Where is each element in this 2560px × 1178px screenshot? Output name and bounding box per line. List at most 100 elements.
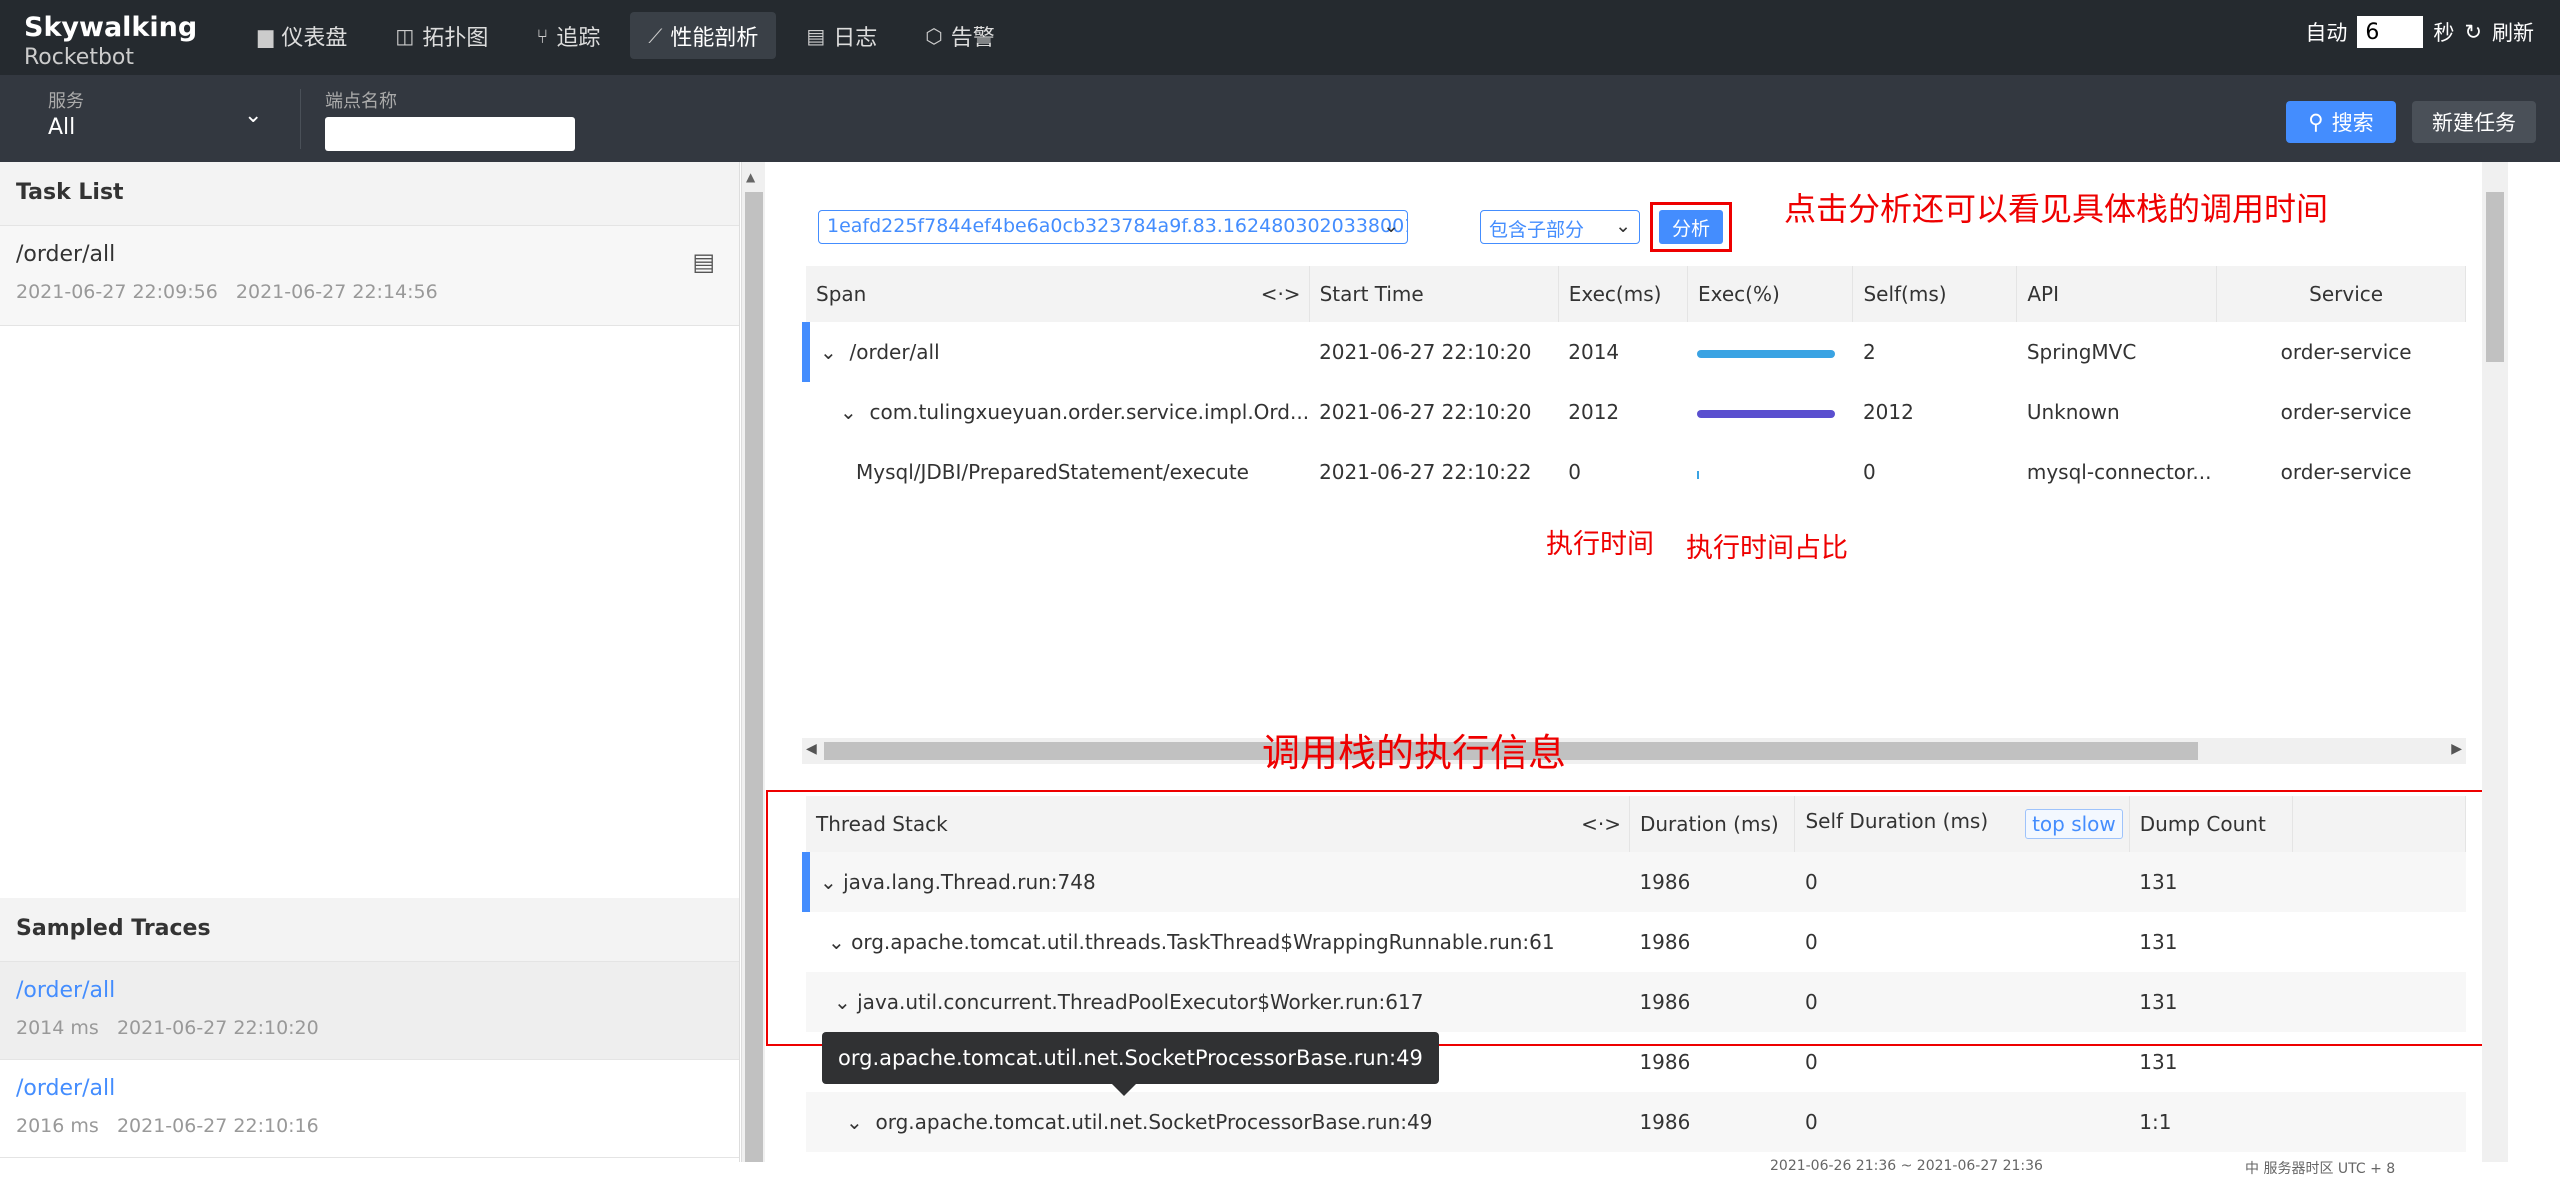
service-selector[interactable]: 服务 All	[48, 87, 84, 140]
annotation-exec-ratio: 执行时间占比	[1686, 533, 1848, 564]
time-range[interactable]: 2021-06-26 21:36 ~ 2021-06-27 21:36	[1770, 1158, 2043, 1174]
task-item[interactable]: /order/all 2021-06-27 22:09:56 2021-06-2…	[0, 226, 739, 326]
thread-row[interactable]: ⌄ java.util.concurrent.ThreadPoolExecuto…	[806, 972, 2466, 1032]
span-table-header: Span <·> Start Time Exec(ms) Exec(%) Self…	[806, 266, 2466, 322]
thread-dump: 131	[2129, 972, 2293, 1032]
annotation-stack-info: 调用栈的执行信息	[1262, 731, 1567, 775]
left-scrollbar[interactable]: ▲	[741, 162, 765, 1172]
refresh-label[interactable]: 刷新	[2492, 17, 2534, 47]
filter-bar: 服务 All ⌄ 端点名称 ⚲ 搜索 新建任务	[0, 75, 2560, 162]
span-exec-pct	[1687, 442, 1852, 502]
trace-meta: 2016 ms 2021-06-27 22:10:16	[16, 1115, 723, 1137]
thread-row[interactable]: ⌄ java.lang.Thread.run:748 1986 0 131	[801, 852, 2466, 912]
thread-empty	[2293, 1032, 2466, 1092]
top-slow-button[interactable]: top slow	[2025, 809, 2123, 839]
scroll-right-icon[interactable]: ▶	[2451, 741, 2462, 757]
analyze-button[interactable]: 分析	[1659, 210, 1723, 244]
topology-icon: ◫	[395, 23, 415, 48]
col-dump-count: Dump Count	[2129, 796, 2294, 852]
scrollbar-thumb[interactable]	[2486, 192, 2504, 362]
thread-empty	[2292, 972, 2466, 1032]
profile-icon: ⟋	[648, 23, 663, 48]
nav-topology[interactable]: ◫ 拓扑图	[377, 12, 506, 59]
trace-item[interactable]: /order/all 2014 ms 2021-06-27 22:10:20	[0, 962, 739, 1060]
trace-time: 2021-06-27 22:10:20	[116, 1017, 319, 1039]
horizontal-scrollbar[interactable]: ◀ ▶	[802, 738, 2466, 764]
col-span[interactable]: Span <·>	[806, 266, 1310, 322]
annotation-analyze: 点击分析还可以看见具体栈的调用时间	[1784, 190, 2329, 228]
task-meta: 2021-06-27 22:09:56 2021-06-27 22:14:56	[16, 281, 723, 303]
span-api: mysql-connector...	[2026, 460, 2212, 484]
thread-stack-label: org.apache.tomcat.util.threads.TaskThrea…	[851, 930, 1555, 954]
chevron-down-icon[interactable]: ⌄	[244, 103, 262, 128]
span-name[interactable]: ⌄ /order/all	[801, 322, 1310, 382]
thread-dump: 131	[2139, 930, 2178, 954]
nav-label: 追踪	[556, 25, 601, 51]
span-label: com.tulingxueyuan.order.service.impl.Ord…	[869, 400, 1310, 424]
span-row[interactable]: ⌄ com.tulingxueyuan.order.service.impl.O…	[806, 382, 2466, 442]
thread-self: 0	[1794, 852, 2130, 912]
thread-stack-name[interactable]: ⌄ java.util.concurrent.ThreadPoolExecuto…	[806, 972, 1630, 1032]
nav-trace[interactable]: ⑂ 追踪	[518, 12, 618, 59]
resize-icon[interactable]: <·>	[1261, 282, 1301, 306]
span-exec: 2014	[1568, 340, 1620, 364]
span-row[interactable]: ⌄ /order/all 2021-06-27 22:10:20 2014 2 …	[801, 322, 2466, 382]
thread-row[interactable]: ⌄ org.apache.tomcat.util.threads.TaskThr…	[806, 912, 2466, 972]
main-panel: 1eafd225f7844ef4be6a0cb323784a9f.83.1624…	[766, 162, 2560, 1162]
scrollbar-thumb[interactable]	[745, 192, 763, 1172]
thread-duration: 1986	[1639, 1050, 1691, 1074]
new-task-button[interactable]: 新建任务	[2412, 101, 2536, 143]
auto-label[interactable]: 自动	[2305, 17, 2347, 47]
thread-duration: 1986	[1639, 930, 1691, 954]
search-button[interactable]: ⚲ 搜索	[2286, 101, 2396, 143]
span-self: 2012	[1862, 400, 1914, 424]
refresh-icon[interactable]: ↻	[2464, 20, 2482, 44]
chevron-down-icon[interactable]: ⌄	[820, 340, 837, 364]
span-exec: 2012	[1568, 400, 1620, 424]
span-label: Mysql/JDBI/PreparedStatement/execute	[856, 460, 1249, 484]
chevron-down-icon[interactable]: ⌄	[840, 400, 857, 424]
span-row[interactable]: Mysql/JDBI/PreparedStatement/execute 202…	[806, 442, 2466, 502]
document-icon[interactable]: ▤	[692, 248, 715, 276]
annotation-exec-time: 执行时间	[1546, 529, 1654, 560]
scroll-up-icon[interactable]: ▲	[746, 170, 755, 184]
thread-stack-name[interactable]: ⌄ org.apache.tomcat.util.threads.TaskThr…	[806, 912, 1629, 972]
scroll-left-icon[interactable]: ◀	[806, 741, 817, 757]
dashboard-icon: ▆	[258, 23, 274, 48]
endpoint-input[interactable]	[325, 117, 575, 151]
span-self: 0	[1862, 460, 1876, 484]
span-name[interactable]: Mysql/JDBI/PreparedStatement/execute	[806, 442, 1309, 502]
nav-profile[interactable]: ⟋ 性能剖析	[630, 12, 777, 59]
nav-alarm[interactable]: ⬡ 告警	[907, 12, 1012, 59]
app-logo[interactable]: Skywalking Rocketbot	[24, 12, 197, 70]
thread-stack-name[interactable]: ⌄ java.lang.Thread.run:748	[801, 852, 1630, 912]
thread-stack-name[interactable]: ⌄ org.apache.tomcat.util.net.SocketProce…	[806, 1092, 1630, 1152]
col-service: Service	[2216, 266, 2466, 322]
trace-meta: 2014 ms 2021-06-27 22:10:20	[16, 1017, 723, 1039]
nav-log[interactable]: ▤ 日志	[788, 12, 895, 59]
chevron-down-icon[interactable]: ⌄	[820, 870, 837, 894]
span-name[interactable]: ⌄ com.tulingxueyuan.order.service.impl.O…	[806, 382, 1309, 442]
nav-label: 日志	[833, 25, 878, 51]
app-subtitle: Rocketbot	[24, 45, 135, 70]
chevron-down-icon[interactable]: ⌄	[828, 930, 845, 954]
footer-bar: 2021-06-26 21:36 ~ 2021-06-27 21:36 中 服务…	[0, 1158, 2560, 1177]
mode-select[interactable]: 包含子部分 ⌄	[1480, 210, 1640, 244]
chevron-down-icon[interactable]: ⌄	[846, 1110, 863, 1134]
trace-item[interactable]: /order/all 2016 ms 2021-06-27 22:10:16	[0, 1060, 739, 1158]
resize-icon[interactable]: <·>	[1581, 812, 1621, 836]
trace-id-select[interactable]: 1eafd225f7844ef4be6a0cb323784a9f.83.1624…	[818, 210, 1408, 244]
search-icon: ⚲	[2308, 110, 2324, 134]
nav-dashboard[interactable]: ▆ 仪表盘	[240, 12, 365, 59]
task-start: 2021-06-27 22:09:56	[16, 281, 218, 303]
thread-stack-label: org.apache.tomcat.util.net.SocketProcess…	[875, 1110, 1433, 1134]
thread-self: 0	[1804, 1050, 1818, 1074]
chevron-down-icon[interactable]: ⌄	[834, 990, 851, 1014]
thread-self: 0	[1794, 1092, 2130, 1152]
col-thread-stack[interactable]: Thread Stack <·>	[806, 796, 1630, 852]
main-scrollbar[interactable]	[2482, 162, 2508, 1162]
thread-row[interactable]: ⌄ org.apache.tomcat.util.net.SocketProce…	[806, 1092, 2466, 1152]
span-self: 2	[1862, 340, 1876, 364]
refresh-interval-input[interactable]	[2357, 16, 2424, 48]
exec-bar-fill	[1697, 471, 1700, 479]
